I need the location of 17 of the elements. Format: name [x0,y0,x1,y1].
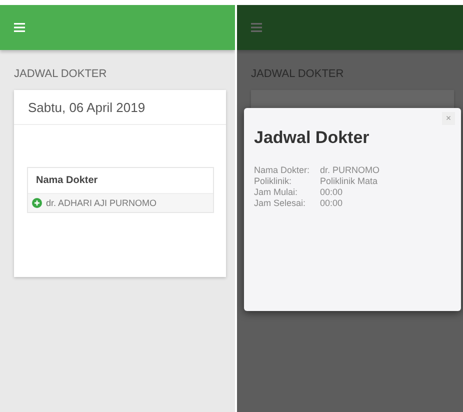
doctor-name: dr. ADHARI AJI PURNOMO [46,198,157,208]
table-row[interactable]: dr. ADHARI AJI PURNOMO [28,194,213,212]
close-button[interactable]: × [442,112,455,125]
field-label: Nama Dokter: [254,165,311,175]
field-value: 00:00 [320,187,344,197]
menu-icon[interactable] [14,23,25,32]
field-label: Jam Selesai: [254,198,307,208]
field-value: Poliklinik Mata [320,176,379,186]
field-label: Poliklinik: [254,176,293,186]
dialog-title: Jadwal Dokter [254,128,370,148]
field-value: dr. PURNOMO [320,165,381,175]
menu-icon[interactable] [251,23,262,32]
field-value: 00:00 [320,198,344,208]
plus-icon[interactable] [32,198,42,208]
section-title: JADWAL DOKTER [14,68,108,80]
field-label: Jam Mulai: [254,187,299,197]
date-heading: Sabtu, 06 April 2019 [14,90,226,125]
